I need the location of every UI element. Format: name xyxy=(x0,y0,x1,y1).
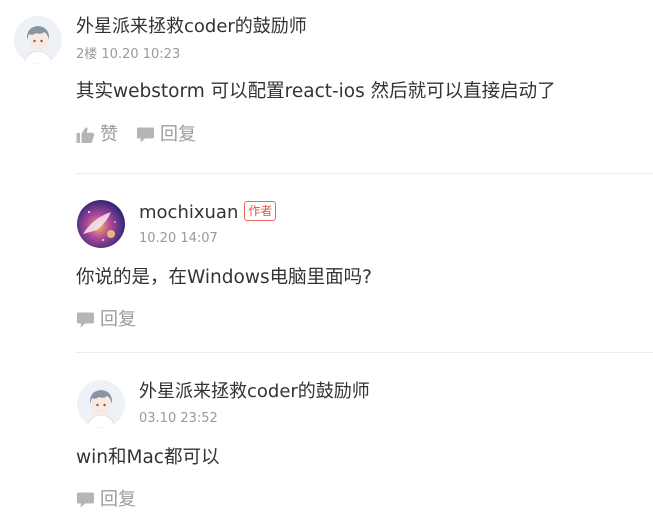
comment-text: 其实webstorm 可以配置react-ios 然后就可以直接启动了 xyxy=(76,81,556,102)
comment-meta: 2楼 10.20 10:23 xyxy=(76,47,181,62)
comment-text: 你说的是，在Windows电脑里面吗? xyxy=(76,267,372,288)
comment-bubble-icon xyxy=(137,127,154,143)
comment-bubble-icon xyxy=(77,312,94,328)
comment-meta: 03.10 23:52 xyxy=(139,411,218,426)
comment-meta: 10.20 14:07 xyxy=(139,231,218,246)
divider xyxy=(76,352,653,353)
avatar[interactable] xyxy=(77,380,125,428)
avatar[interactable] xyxy=(14,16,62,64)
reply-label: 回复 xyxy=(160,124,196,145)
author-badge: 作者 xyxy=(244,201,277,221)
comment-author[interactable]: mochixuan 作者 xyxy=(139,201,277,225)
reply-button[interactable]: 回复 xyxy=(76,308,136,332)
thumbs-up-icon xyxy=(76,127,95,143)
reply-button[interactable]: 回复 xyxy=(136,123,196,147)
comment-actions: 赞 回复 xyxy=(76,123,214,147)
reply-label: 回复 xyxy=(100,489,136,510)
like-label: 赞 xyxy=(100,124,118,145)
comment-actions: 回复 xyxy=(76,308,154,332)
avatar[interactable] xyxy=(77,200,125,248)
like-button[interactable]: 赞 xyxy=(76,123,118,147)
comment-actions: 回复 xyxy=(76,488,154,512)
divider xyxy=(76,173,653,174)
comment-author[interactable]: 外星派来拯救coder的鼓励师 xyxy=(76,15,307,39)
comment-author[interactable]: 外星派来拯救coder的鼓励师 xyxy=(139,380,370,404)
author-name[interactable]: mochixuan xyxy=(139,202,238,223)
comment-text: win和Mac都可以 xyxy=(76,447,220,468)
reply-button[interactable]: 回复 xyxy=(76,488,136,512)
reply-label: 回复 xyxy=(100,309,136,330)
comment-bubble-icon xyxy=(77,492,94,508)
